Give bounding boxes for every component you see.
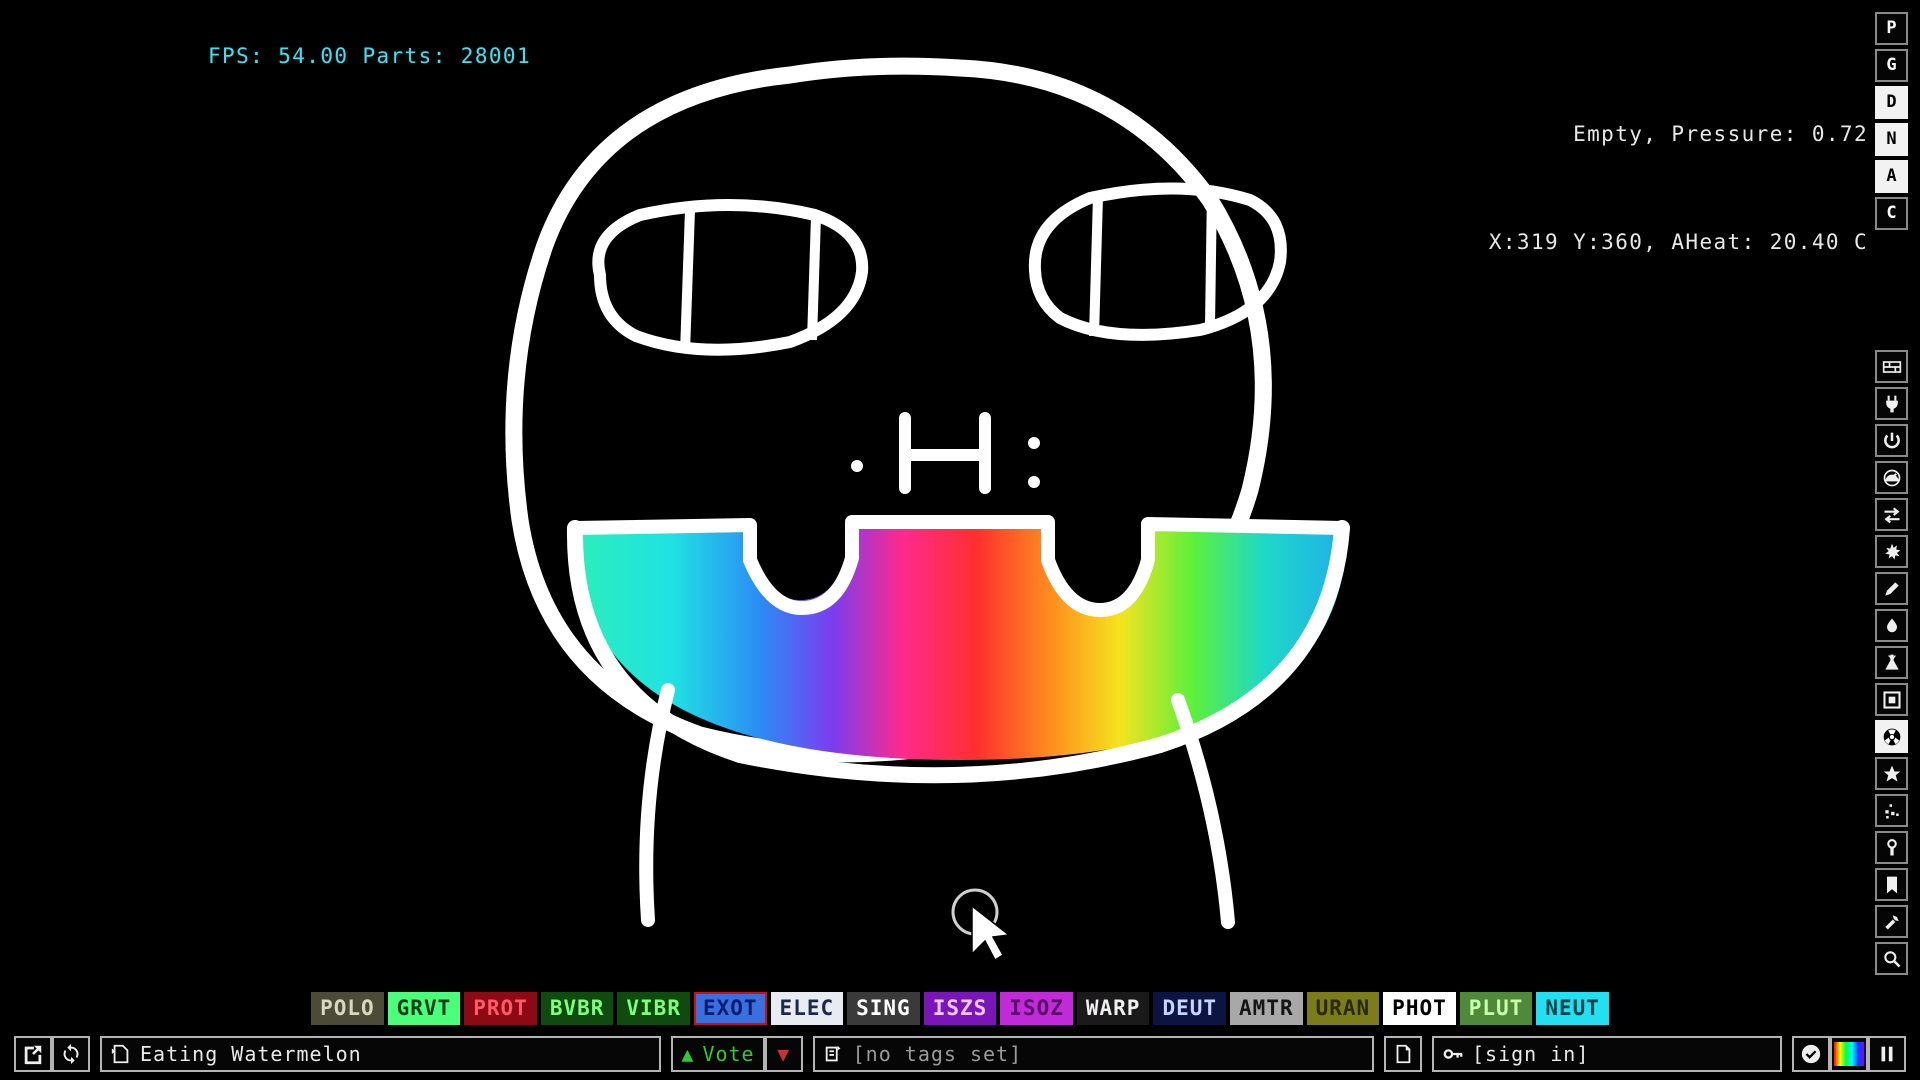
tool-category-life[interactable] <box>1875 905 1908 938</box>
droplet-icon <box>1882 616 1902 636</box>
sign-in-button[interactable]: [sign in] <box>1432 1036 1782 1072</box>
chevron-up-icon: ▲ <box>681 1042 695 1066</box>
vote-down-button[interactable]: ▼ <box>764 1036 803 1072</box>
element-button-neut[interactable]: NEUT <box>1536 991 1609 1025</box>
save-name-text: Eating Watermelon <box>140 1042 362 1066</box>
element-button-prot[interactable]: PROT <box>464 991 537 1025</box>
particles-icon <box>1882 801 1902 821</box>
element-button-iszs[interactable]: ISZS <box>923 991 997 1025</box>
element-palette: POLO GRVT PROT BVBR VIBR EXOT ELEC SING ISZS ISOZ… <box>0 988 1920 1028</box>
sign-in-label: [sign in] <box>1472 1042 1590 1066</box>
sidebar-toggle-label: G <box>1886 55 1897 75</box>
element-button-isoz[interactable]: ISOZ <box>1000 991 1073 1025</box>
tool-category-tools[interactable] <box>1875 572 1908 605</box>
vote-controls: ▲ Vote ▼ <box>671 1036 803 1072</box>
save-controls <box>14 1036 90 1072</box>
square-icon <box>1882 690 1902 710</box>
tool-category-special[interactable] <box>1875 757 1908 790</box>
open-save-button[interactable] <box>14 1036 52 1072</box>
pause-button[interactable] <box>1868 1036 1906 1072</box>
key-icon <box>1882 838 1902 858</box>
arrows-icon <box>1882 505 1902 525</box>
power-icon <box>1882 431 1902 451</box>
explosion-icon <box>1882 542 1902 562</box>
sidebar-toggle-label: A <box>1886 166 1897 186</box>
element-button-vibr[interactable]: VIBR <box>617 991 690 1025</box>
sidebar-tool-categories <box>1875 350 1908 975</box>
tool-category-cracker[interactable] <box>1875 831 1908 864</box>
element-button-bvbr[interactable]: BVBR <box>540 991 614 1025</box>
rainbow-icon <box>1834 1042 1864 1066</box>
bookmark-icon <box>1882 875 1902 895</box>
element-button-grvt[interactable]: GRVT <box>387 991 461 1025</box>
sidebar-toggle-gravity[interactable]: G <box>1875 49 1908 82</box>
wall-icon <box>1882 357 1902 377</box>
simulation-options-button[interactable] <box>1792 1036 1830 1072</box>
new-save-button[interactable] <box>1384 1036 1422 1072</box>
tool-category-explosives[interactable] <box>1875 535 1908 568</box>
tool-category-sensors[interactable] <box>1875 461 1908 494</box>
tool-category-liquids[interactable] <box>1875 609 1908 642</box>
display-mode-button[interactable] <box>1830 1036 1868 1072</box>
sidebar-view-toggles: PGDNAC <box>1875 12 1908 230</box>
chevron-down-icon: ▼ <box>777 1042 791 1066</box>
flask-icon <box>1882 653 1902 673</box>
tags-text: [no tags set] <box>852 1042 1023 1066</box>
pencil-icon <box>1882 579 1902 599</box>
sidebar-toggle-label: P <box>1886 18 1897 38</box>
simulation-canvas[interactable]: FPS: 54.00 Parts: 28001 Empty, Pressure:… <box>0 0 1920 960</box>
element-button-warp[interactable]: WARP <box>1076 991 1150 1025</box>
plug-icon <box>1882 394 1902 414</box>
tool-category-gases[interactable] <box>1875 646 1908 679</box>
tool-category-electronics[interactable] <box>1875 387 1908 420</box>
brush-cursor <box>951 888 1011 960</box>
tool-category-powders[interactable] <box>1875 794 1908 827</box>
sidebar-toggle-console[interactable]: C <box>1875 197 1908 230</box>
tool-category-solids[interactable] <box>1875 683 1908 716</box>
sidebar-toggle-decorations[interactable]: D <box>1875 86 1908 119</box>
magnifier-icon <box>1882 949 1902 969</box>
face-drawing <box>505 57 1350 929</box>
wrench-icon <box>1882 912 1902 932</box>
tool-category-walls[interactable] <box>1875 350 1908 383</box>
element-button-plut[interactable]: PLUT <box>1459 991 1533 1025</box>
tool-category-favorites[interactable] <box>1875 868 1908 901</box>
element-button-deut[interactable]: DEUT <box>1153 991 1227 1025</box>
sidebar-toggle-pressure[interactable]: P <box>1875 12 1908 45</box>
element-button-exot[interactable]: EXOT <box>693 991 767 1025</box>
powder-toy-window: FPS: 54.00 Parts: 28001 Empty, Pressure:… <box>0 0 1920 1080</box>
coordinates-readout: X:319 Y:360, AHeat: 20.40 C <box>1488 230 1868 254</box>
sidebar-toggle-newtonian-gravity[interactable]: N <box>1875 123 1908 156</box>
bottom-toolbar: Eating Watermelon ▲ Vote ▼ [no tags set]… <box>0 1028 1920 1080</box>
element-button-uran[interactable]: URAN <box>1306 991 1380 1025</box>
vote-up-button[interactable]: ▲ Vote <box>671 1036 765 1072</box>
gauge-icon <box>1882 468 1902 488</box>
tool-category-nuclear[interactable] <box>1875 720 1908 753</box>
element-button-sing[interactable]: SING <box>847 991 920 1025</box>
tags-field[interactable]: [no tags set] <box>812 1036 1374 1072</box>
save-name-field[interactable]: Eating Watermelon <box>100 1036 662 1072</box>
tool-search[interactable] <box>1875 942 1908 975</box>
element-button-elec[interactable]: ELEC <box>770 991 844 1025</box>
pressure-readout: Empty, Pressure: 0.72 <box>1573 122 1868 146</box>
sidebar-toggle-label: D <box>1886 92 1897 112</box>
cursor-info-readout: Empty, Pressure: 0.72 X:319 Y:360, AHeat… <box>1489 44 1868 332</box>
tool-category-force[interactable] <box>1875 498 1908 531</box>
reload-save-button[interactable] <box>52 1036 90 1072</box>
tool-category-powered[interactable] <box>1875 424 1908 457</box>
element-button-amtr[interactable]: AMTR <box>1230 991 1303 1025</box>
sidebar-toggle-ambient-heat[interactable]: A <box>1875 160 1908 193</box>
sidebar-toggle-label: N <box>1886 129 1897 149</box>
element-button-phot[interactable]: PHOT <box>1383 991 1456 1025</box>
element-button-polo[interactable]: POLO <box>311 991 384 1025</box>
sidebar-toggle-label: C <box>1886 203 1897 223</box>
vote-label: Vote <box>702 1042 755 1066</box>
star-icon <box>1882 764 1902 784</box>
radioactive-icon <box>1882 727 1902 747</box>
fps-parts-readout: FPS: 54.00 Parts: 28001 <box>208 44 531 68</box>
